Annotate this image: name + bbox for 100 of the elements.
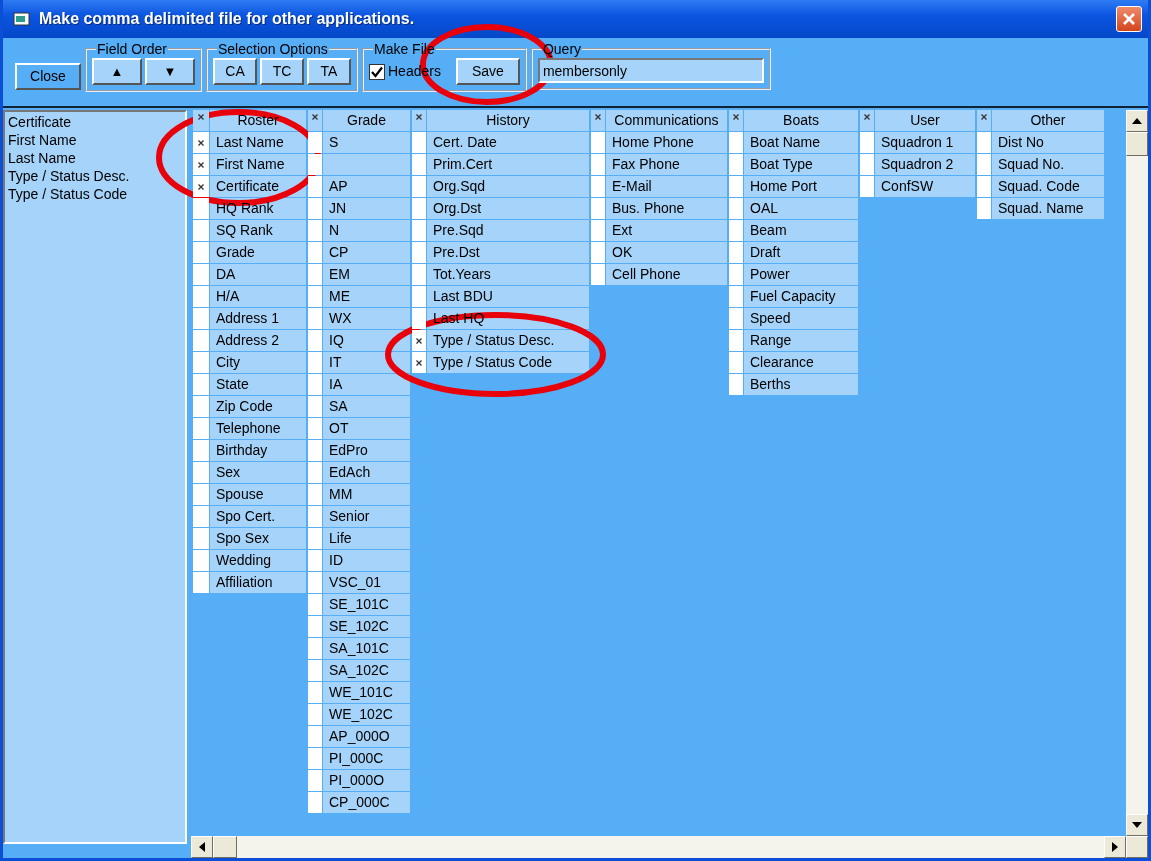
row-checkbox[interactable] bbox=[412, 286, 426, 307]
table-cell[interactable]: AP bbox=[323, 176, 410, 197]
row-checkbox[interactable] bbox=[193, 286, 209, 307]
table-cell[interactable]: Certificate bbox=[210, 176, 306, 197]
row-checkbox[interactable] bbox=[308, 132, 322, 153]
table-cell[interactable]: DA bbox=[210, 264, 306, 285]
header-cell[interactable]: Other bbox=[992, 110, 1104, 131]
table-cell[interactable]: WX bbox=[323, 308, 410, 329]
row-checkbox[interactable] bbox=[308, 374, 322, 395]
list-item[interactable]: First Name bbox=[8, 131, 182, 149]
row-checkbox[interactable] bbox=[193, 220, 209, 241]
table-cell[interactable]: Power bbox=[744, 264, 858, 285]
table-cell[interactable]: Spo Cert. bbox=[210, 506, 306, 527]
table-cell[interactable]: IT bbox=[323, 352, 410, 373]
row-checkbox[interactable] bbox=[412, 132, 426, 153]
selection-button[interactable]: TA bbox=[307, 58, 351, 85]
table-cell[interactable]: ConfSW bbox=[875, 176, 975, 197]
table-cell[interactable]: Draft bbox=[744, 242, 858, 263]
row-checkbox[interactable] bbox=[308, 506, 322, 527]
row-checkbox[interactable] bbox=[412, 220, 426, 241]
row-checkbox[interactable] bbox=[412, 176, 426, 197]
row-checkbox[interactable] bbox=[308, 748, 322, 769]
table-cell[interactable]: Telephone bbox=[210, 418, 306, 439]
row-checkbox[interactable] bbox=[729, 308, 743, 329]
row-checkbox[interactable] bbox=[977, 132, 991, 153]
table-cell[interactable]: Home Phone bbox=[606, 132, 727, 153]
close-app-button[interactable]: Close bbox=[15, 63, 81, 90]
table-cell[interactable]: Clearance bbox=[744, 352, 858, 373]
row-checkbox[interactable] bbox=[729, 286, 743, 307]
table-cell[interactable]: Life bbox=[323, 528, 410, 549]
row-checkbox[interactable] bbox=[193, 132, 209, 153]
row-checkbox[interactable] bbox=[308, 396, 322, 417]
row-checkbox[interactable] bbox=[308, 352, 322, 373]
table-cell[interactable]: First Name bbox=[210, 154, 306, 175]
list-item[interactable]: Type / Status Desc. bbox=[8, 167, 182, 185]
selection-button[interactable]: CA bbox=[213, 58, 257, 85]
row-checkbox[interactable] bbox=[193, 550, 209, 571]
row-checkbox[interactable] bbox=[193, 330, 209, 351]
row-checkbox[interactable] bbox=[308, 726, 322, 747]
row-checkbox[interactable] bbox=[308, 308, 322, 329]
row-checkbox[interactable] bbox=[412, 264, 426, 285]
select-all-checkbox[interactable] bbox=[729, 110, 743, 131]
table-cell[interactable]: SQ Rank bbox=[210, 220, 306, 241]
row-checkbox[interactable] bbox=[308, 528, 322, 549]
row-checkbox[interactable] bbox=[308, 440, 322, 461]
row-checkbox[interactable] bbox=[591, 176, 605, 197]
table-cell[interactable] bbox=[323, 154, 410, 175]
row-checkbox[interactable] bbox=[308, 198, 322, 219]
row-checkbox[interactable] bbox=[193, 176, 209, 197]
row-checkbox[interactable] bbox=[308, 418, 322, 439]
table-cell[interactable]: Pre.Dst bbox=[427, 242, 589, 263]
header-cell[interactable]: Communications bbox=[606, 110, 727, 131]
list-item[interactable]: Type / Status Code bbox=[8, 185, 182, 203]
table-cell[interactable]: Beam bbox=[744, 220, 858, 241]
table-cell[interactable]: Squad. Code bbox=[992, 176, 1104, 197]
row-checkbox[interactable] bbox=[308, 286, 322, 307]
row-checkbox[interactable] bbox=[729, 242, 743, 263]
table-cell[interactable]: Pre.Sqd bbox=[427, 220, 589, 241]
table-cell[interactable]: JN bbox=[323, 198, 410, 219]
table-cell[interactable]: Type / Status Code bbox=[427, 352, 589, 373]
table-cell[interactable]: Prim.Cert bbox=[427, 154, 589, 175]
scroll-down-button[interactable] bbox=[1126, 814, 1148, 836]
row-checkbox[interactable] bbox=[977, 176, 991, 197]
table-cell[interactable]: Boat Type bbox=[744, 154, 858, 175]
table-cell[interactable]: Sex bbox=[210, 462, 306, 483]
row-checkbox[interactable] bbox=[412, 352, 426, 373]
scroll-left-button[interactable] bbox=[191, 836, 213, 858]
table-cell[interactable]: CP bbox=[323, 242, 410, 263]
row-checkbox[interactable] bbox=[193, 264, 209, 285]
row-checkbox[interactable] bbox=[193, 528, 209, 549]
selection-button[interactable]: TC bbox=[260, 58, 304, 85]
row-checkbox[interactable] bbox=[193, 308, 209, 329]
header-cell[interactable]: History bbox=[427, 110, 589, 131]
table-cell[interactable]: Fuel Capacity bbox=[744, 286, 858, 307]
select-all-checkbox[interactable] bbox=[591, 110, 605, 131]
row-checkbox[interactable] bbox=[412, 242, 426, 263]
table-cell[interactable]: Dist No bbox=[992, 132, 1104, 153]
table-cell[interactable]: N bbox=[323, 220, 410, 241]
table-cell[interactable]: State bbox=[210, 374, 306, 395]
scroll-thumb[interactable] bbox=[213, 836, 237, 858]
table-cell[interactable]: S bbox=[323, 132, 410, 153]
table-cell[interactable]: Org.Dst bbox=[427, 198, 589, 219]
selected-fields-list[interactable]: Certificate First Name Last Name Type / Status Desc. Type / Status Code bbox=[3, 110, 187, 844]
header-cell[interactable]: User bbox=[875, 110, 975, 131]
row-checkbox[interactable] bbox=[308, 176, 322, 197]
row-checkbox[interactable] bbox=[193, 396, 209, 417]
header-cell[interactable]: Boats bbox=[744, 110, 858, 131]
table-cell[interactable]: EdPro bbox=[323, 440, 410, 461]
table-cell[interactable]: Senior bbox=[323, 506, 410, 527]
table-cell[interactable]: WE_101C bbox=[323, 682, 410, 703]
row-checkbox[interactable] bbox=[308, 264, 322, 285]
row-checkbox[interactable] bbox=[308, 220, 322, 241]
table-cell[interactable]: Wedding bbox=[210, 550, 306, 571]
row-checkbox[interactable] bbox=[193, 352, 209, 373]
select-all-checkbox[interactable] bbox=[860, 110, 874, 131]
close-button[interactable] bbox=[1116, 6, 1142, 32]
row-checkbox[interactable] bbox=[308, 330, 322, 351]
table-cell[interactable]: WE_102C bbox=[323, 704, 410, 725]
table-cell[interactable]: EM bbox=[323, 264, 410, 285]
header-cell[interactable]: Grade bbox=[323, 110, 410, 131]
